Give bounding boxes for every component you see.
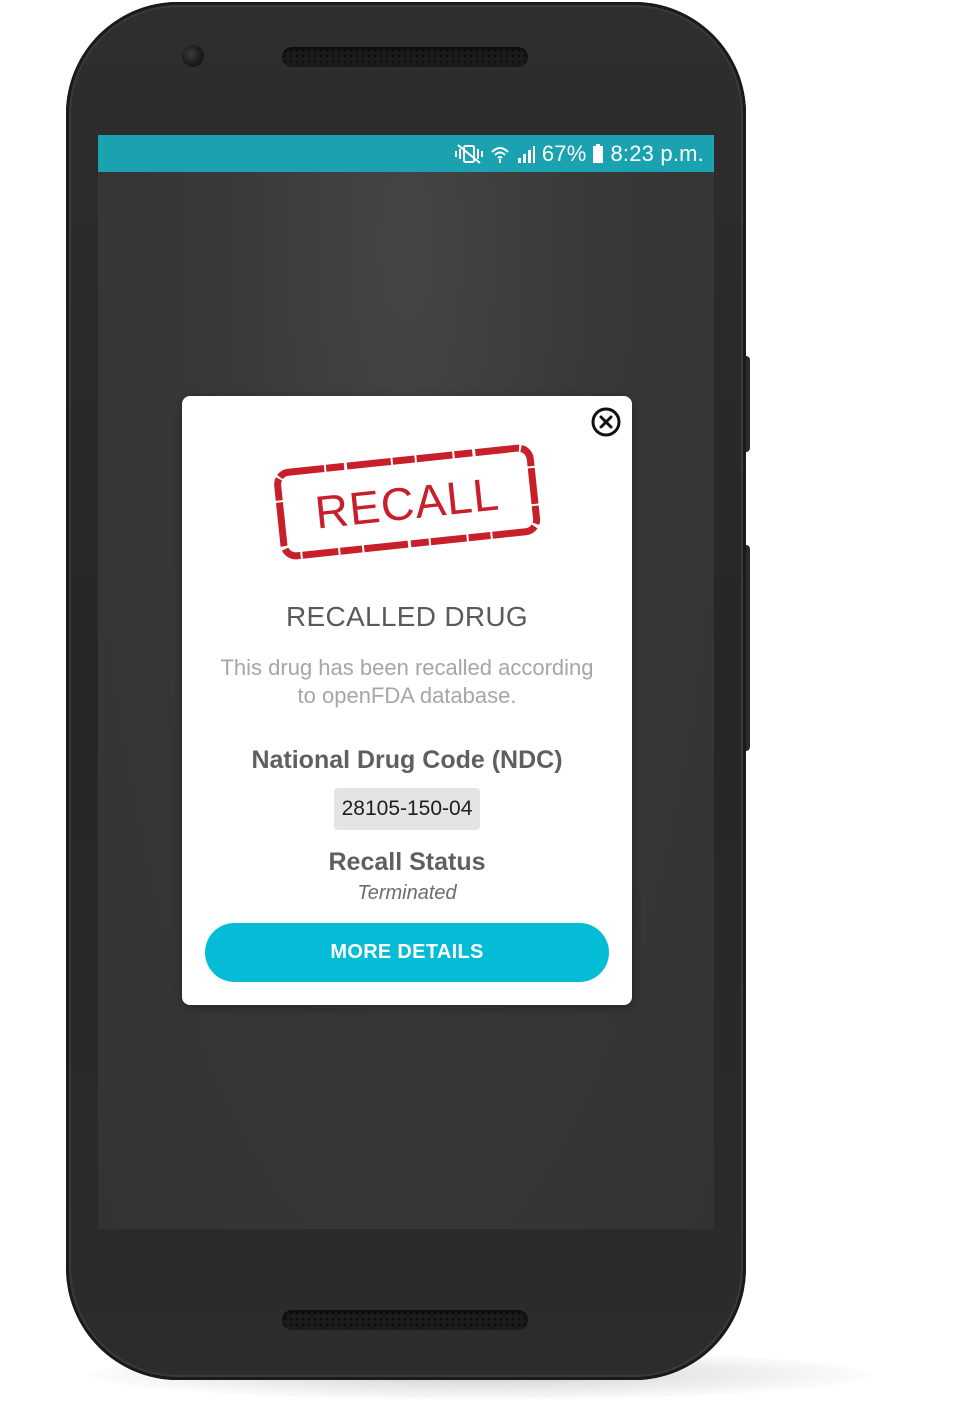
phone-screen: 67% 8:23 p.m. RECALL RECALLED DRUG This … [98,135,714,1229]
ndc-label: National Drug Code (NDC) [251,746,563,774]
front-camera [182,45,204,67]
signal-icon [516,144,536,164]
status-time: 8:23 p.m. [610,140,704,166]
ndc-value-badge: 28105-150-04 [334,788,480,830]
recall-stamp-text: RECALL [313,467,502,538]
device-mockup: 67% 8:23 p.m. RECALL RECALLED DRUG This … [0,0,961,1412]
vibrate-icon [454,143,484,164]
bottom-speaker-grille [282,1310,528,1330]
close-circle-icon[interactable] [590,406,622,438]
recall-dialog: RECALL RECALLED DRUG This drug has been … [182,396,632,1005]
recall-status-value: Terminated [357,882,457,904]
battery-percent: 67% [541,140,587,166]
more-details-button[interactable]: MORE DETAILS [205,923,609,982]
battery-icon [592,143,604,164]
phone-body: 67% 8:23 p.m. RECALL RECALLED DRUG This … [66,2,746,1380]
dialog-title: RECALLED DRUG [286,601,528,632]
dialog-description: This drug has been recalled according to… [220,655,594,708]
wifi-icon [490,144,510,164]
status-bar: 67% 8:23 p.m. [98,135,714,172]
top-speaker-grille [282,47,528,67]
recall-status-label: Recall Status [328,848,486,876]
recall-stamp: RECALL [274,444,541,560]
